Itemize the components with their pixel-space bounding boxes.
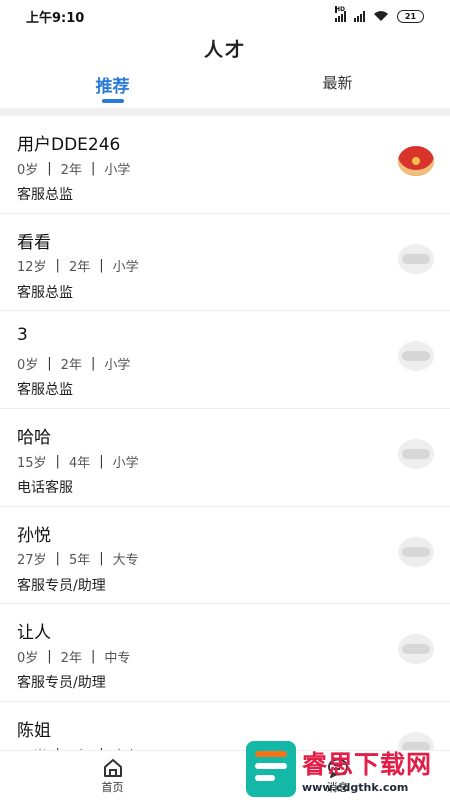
company-logo-icon (398, 439, 434, 470)
company-logo-icon (398, 243, 434, 274)
section-divider (0, 108, 450, 116)
candidate-age: 15岁 (17, 455, 47, 471)
candidate-meta: 27岁 | 5年 | 大专 (17, 551, 139, 569)
candidate-meta: 0岁 | 2年 | 小学 (17, 355, 131, 373)
candidate-age: 0岁 (17, 162, 39, 178)
candidate-position: 客服专员/助理 (17, 577, 106, 594)
status-bar: 上午9:10 HD 21 (0, 0, 450, 32)
wifi-icon (374, 11, 388, 21)
candidate-education: 大专 (112, 553, 139, 569)
watermark-text: 睿思下载网 (302, 749, 433, 779)
candidate-experience: 2年 (68, 260, 91, 276)
red-envelope-logo-icon (398, 146, 434, 176)
watermark-logo-icon (246, 741, 296, 797)
company-logo-icon (398, 536, 434, 567)
candidate-name: 哈哈 (17, 428, 51, 449)
candidate-position: 客服专员/助理 (17, 675, 106, 692)
candidate-meta: 0岁 | 2年 | 小学 (17, 160, 131, 178)
candidate-experience: 4年 (68, 455, 91, 471)
candidate-name: 让人 (17, 623, 51, 644)
candidate-position: 客服总监 (17, 382, 73, 399)
candidate-experience: 2年 (60, 650, 82, 666)
page-title: 人才 (203, 39, 246, 61)
watermark-url: www.cdgthk.com (302, 780, 409, 794)
active-tab-indicator (101, 99, 124, 103)
candidate-item[interactable]: 让人 0岁 | 2年 | 中专 客服专员/助理 (0, 604, 450, 703)
candidate-meta: 12岁 | 2年 | 小学 (17, 258, 139, 276)
candidate-education: 中专 (104, 650, 131, 666)
candidate-experience: 2年 (60, 162, 82, 178)
tab-recommended[interactable]: 推荐 (0, 66, 225, 106)
candidate-position: 电话客服 (17, 480, 73, 497)
candidate-item[interactable]: 3 0岁 | 2年 | 小学 客服总监 (0, 311, 450, 410)
home-icon (103, 759, 122, 777)
candidate-item[interactable]: 孙悦 27岁 | 5年 | 大专 客服专员/助理 (0, 507, 450, 605)
candidate-meta: 0岁 | 2年 | 中专 (17, 648, 131, 666)
candidate-education: 小学 (112, 455, 139, 471)
candidate-name: 孙悦 (17, 525, 51, 546)
candidate-name: 3 (17, 325, 28, 346)
candidate-name: 用户DDE246 (17, 135, 121, 155)
battery-icon: 21 (397, 9, 424, 23)
candidate-age: 27岁 (17, 553, 47, 569)
tab-latest[interactable]: 最新 (225, 66, 450, 106)
candidate-list: 用户DDE246 0岁 | 2年 | 小学 客服总监 看看 12岁 | 2年 |… (0, 116, 450, 756)
signal-icon: HD (335, 5, 346, 22)
candidate-meta: 15岁 | 4年 | 小学 (17, 453, 139, 471)
candidate-name: 看看 (17, 232, 51, 253)
candidate-age: 12岁 (17, 260, 47, 276)
candidate-item[interactable]: 看看 12岁 | 2年 | 小学 客服总监 (0, 214, 450, 312)
candidate-item[interactable]: 哈哈 15岁 | 4年 | 小学 电话客服 (0, 409, 450, 507)
candidate-education: 小学 (104, 357, 131, 373)
candidate-age: 0岁 (17, 357, 39, 373)
candidate-position: 客服总监 (17, 284, 73, 301)
site-watermark: 睿思下载网 www.cdgthk.com (246, 738, 446, 800)
candidate-education: 小学 (112, 260, 139, 276)
candidate-experience: 2年 (60, 357, 82, 373)
signal-icon-2 (354, 10, 365, 22)
candidate-experience: 5年 (68, 553, 91, 569)
status-time: 上午9:10 (26, 10, 85, 26)
candidate-position: 客服总监 (17, 187, 73, 203)
tab-bar: 推荐 最新 (0, 66, 450, 106)
candidate-age: 0岁 (17, 650, 39, 666)
nav-home[interactable]: 首页 (0, 751, 225, 800)
candidate-item[interactable]: 用户DDE246 0岁 | 2年 | 小学 客服总监 (0, 116, 450, 214)
candidate-education: 小学 (104, 162, 131, 178)
